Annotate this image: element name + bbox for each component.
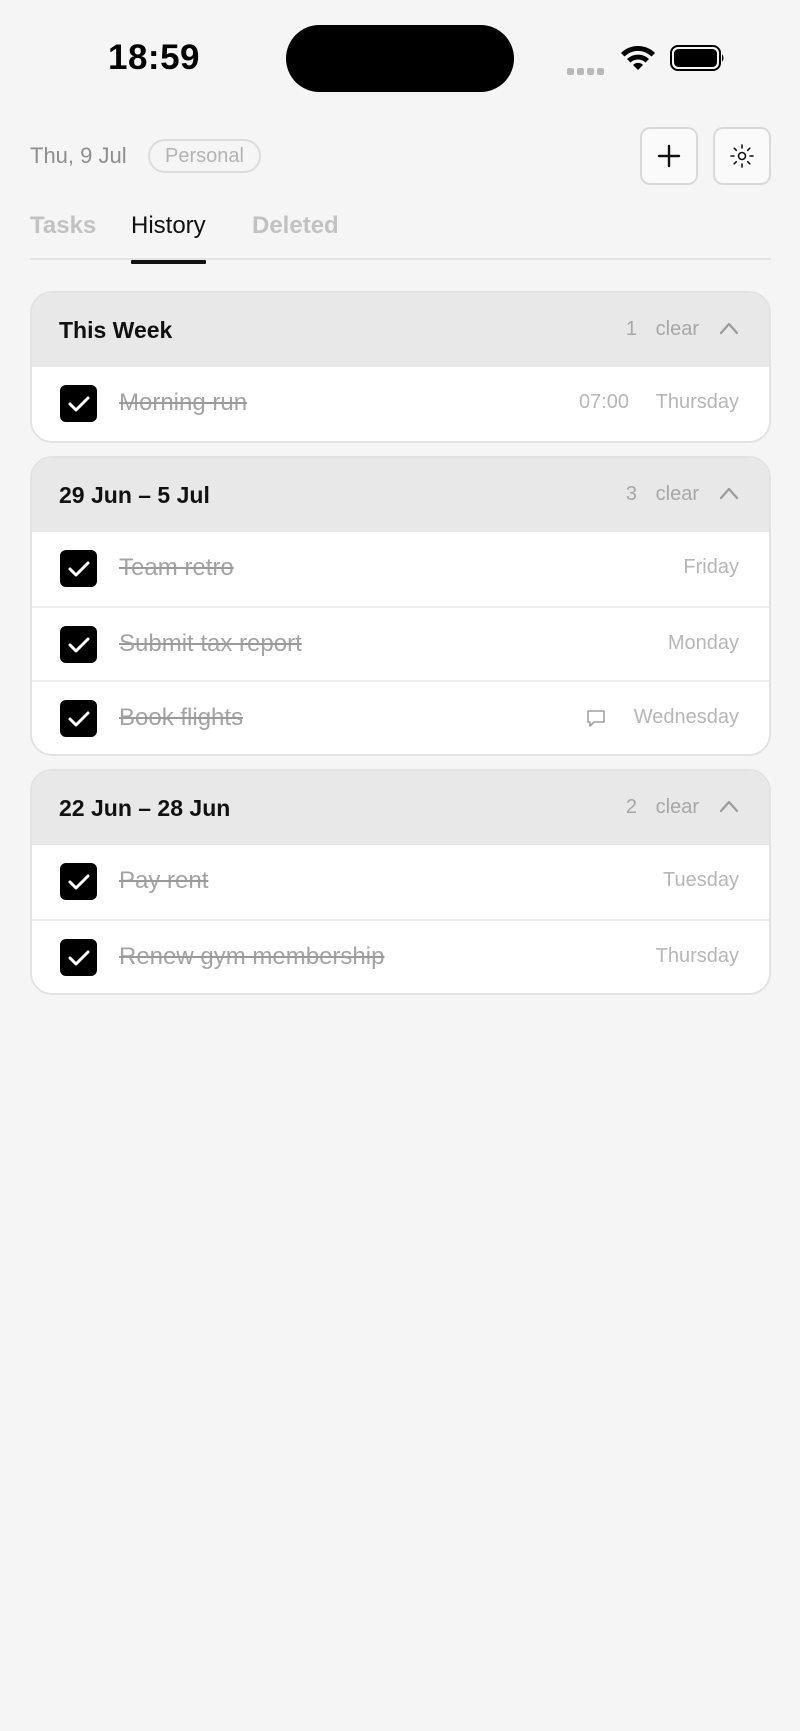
history-group-29-jun-5-jul: 29 Jun – 5 Jul 3 clear Team retro Friday…: [30, 456, 771, 756]
plus-icon: [657, 144, 681, 168]
group-count: 3: [625, 483, 637, 505]
group-count: 1: [625, 318, 637, 340]
task-day: Thursday: [655, 391, 739, 413]
cellular-signal-icon: [567, 62, 607, 80]
clear-button[interactable]: clear: [656, 796, 699, 819]
completed-checkbox[interactable]: [60, 700, 97, 737]
header: Thu, 9 Jul Personal: [30, 127, 771, 185]
checkmark-icon: [68, 950, 89, 965]
task-day: Friday: [683, 556, 739, 578]
history-group-22-jun-28-jun: 22 Jun – 28 Jun 2 clear Pay rent Tuesday…: [30, 769, 771, 995]
tab-bar: Tasks History Deleted: [30, 208, 771, 264]
task-title: Submit tax report: [119, 630, 302, 657]
history-group-this-week: This Week 1 clear Morning run 07:00 Thur…: [30, 291, 771, 443]
clear-button[interactable]: clear: [656, 483, 699, 506]
checkmark-icon: [68, 637, 89, 652]
checkmark-icon: [68, 561, 89, 576]
group-header[interactable]: This Week 1 clear: [32, 293, 769, 367]
add-task-button[interactable]: [640, 127, 698, 185]
completed-checkbox[interactable]: [60, 863, 97, 900]
group-header[interactable]: 22 Jun – 28 Jun 2 clear: [32, 771, 769, 845]
tab-history[interactable]: History: [131, 212, 206, 264]
wifi-icon: [620, 44, 656, 77]
task-day: Wednesday: [633, 706, 739, 728]
completed-checkbox[interactable]: [60, 550, 97, 587]
task-title: Team retro: [119, 554, 234, 581]
sun-icon: [730, 144, 754, 168]
tab-tasks[interactable]: Tasks: [30, 212, 96, 260]
group-title: This Week: [59, 317, 173, 343]
chevron-up-icon[interactable]: [719, 799, 739, 813]
history-item[interactable]: Team retro Friday: [32, 532, 769, 606]
chevron-up-icon[interactable]: [719, 486, 739, 500]
group-header[interactable]: 29 Jun – 5 Jul 3 clear: [32, 458, 769, 532]
task-day: Monday: [667, 632, 739, 654]
history-item[interactable]: Book flights Wednesday: [32, 680, 769, 754]
history-item[interactable]: Submit tax report Monday: [32, 606, 769, 680]
task-day: Tuesday: [663, 869, 739, 891]
history-item[interactable]: Renew gym membership Thursday: [32, 919, 769, 993]
task-title: Book flights: [119, 704, 244, 731]
task-time: 07:00: [578, 391, 629, 413]
theme-toggle-button[interactable]: [713, 127, 771, 185]
checkmark-icon: [68, 874, 89, 889]
chevron-up-icon[interactable]: [719, 321, 739, 335]
completed-checkbox[interactable]: [60, 385, 97, 422]
completed-checkbox[interactable]: [60, 626, 97, 663]
task-day: Thursday: [655, 945, 739, 967]
group-title: 29 Jun – 5 Jul: [59, 482, 210, 508]
checkmark-icon: [68, 396, 89, 411]
history-item[interactable]: Pay rent Tuesday: [32, 845, 769, 919]
dynamic-island: [286, 25, 514, 92]
status-time: 18:59: [108, 38, 201, 77]
clear-button[interactable]: clear: [656, 318, 699, 341]
current-date: Thu, 9 Jul: [30, 143, 127, 168]
tab-deleted[interactable]: Deleted: [252, 212, 339, 260]
history-item[interactable]: Morning run 07:00 Thursday: [32, 367, 769, 441]
group-title: 22 Jun – 28 Jun: [59, 795, 231, 821]
battery-icon: [670, 44, 726, 77]
status-bar: 18:59: [0, 0, 800, 110]
list-badge[interactable]: Personal: [148, 139, 261, 173]
group-count: 2: [625, 796, 637, 818]
comment-icon: [587, 710, 605, 727]
completed-checkbox[interactable]: [60, 939, 97, 976]
task-title: Morning run: [119, 389, 248, 416]
task-title: Pay rent: [119, 867, 209, 894]
checkmark-icon: [68, 711, 89, 726]
task-title: Renew gym membership: [119, 943, 385, 970]
